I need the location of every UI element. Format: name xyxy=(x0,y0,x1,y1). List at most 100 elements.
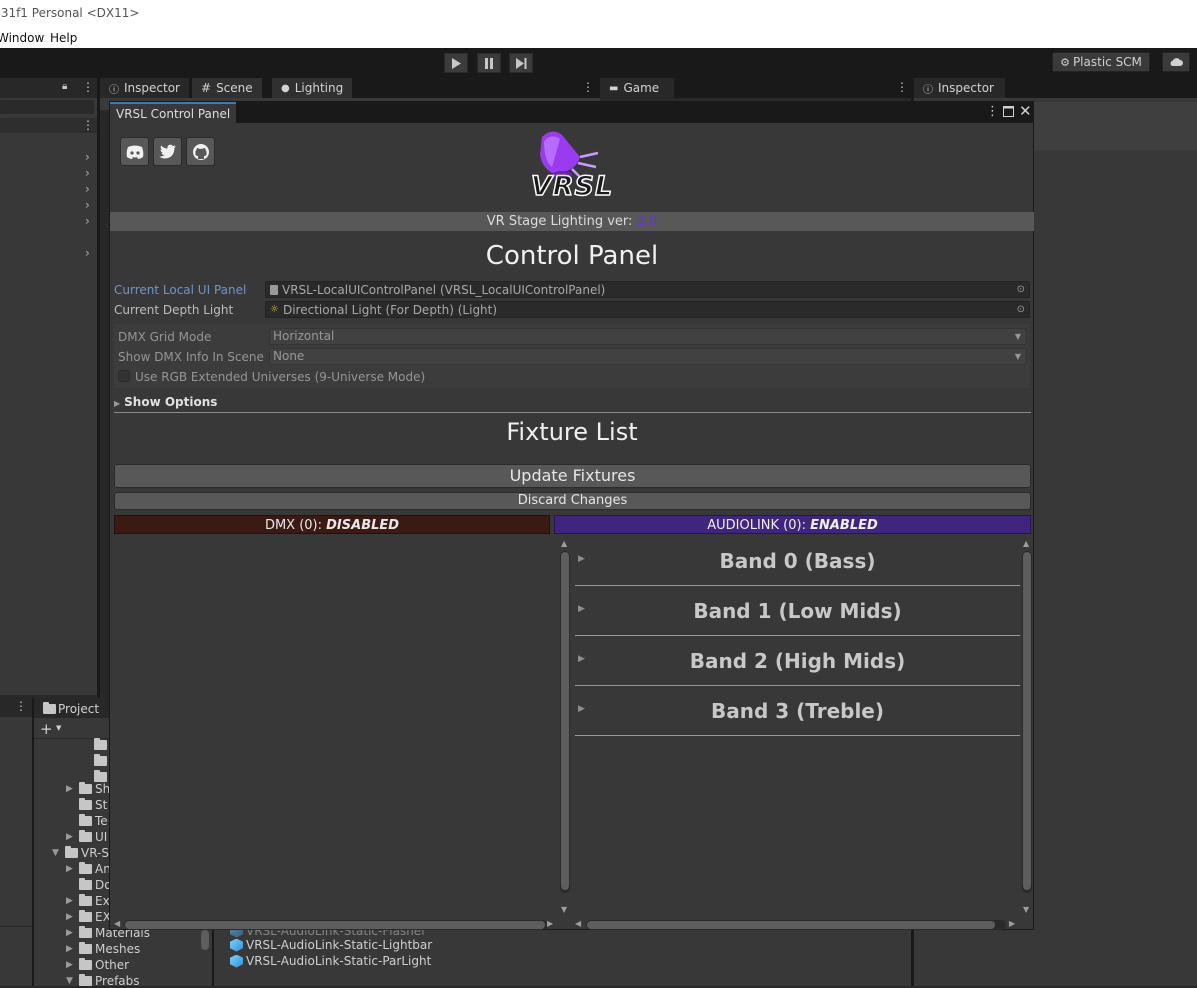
band-foldout[interactable]: ▶ Band 0 (Bass) xyxy=(575,536,1020,586)
discard-changes-button[interactable]: Discard Changes xyxy=(114,492,1031,510)
menu-help[interactable]: Help xyxy=(50,31,77,45)
hierarchy-scene-row[interactable]: ⋮ xyxy=(0,118,97,133)
scroll-right-arrow-icon[interactable]: ▶ xyxy=(1009,919,1015,928)
window-tab-bar xyxy=(110,102,1033,123)
play-icon xyxy=(452,57,461,69)
expand-chevron-icon[interactable]: › xyxy=(85,182,90,196)
scene-kebab-icon[interactable]: ⋮ xyxy=(582,80,594,94)
tree-item[interactable]: St xyxy=(79,798,107,812)
expand-chevron-icon[interactable]: › xyxy=(85,166,90,180)
asset-item[interactable]: VRSL-AudioLink-Static-Lightbar xyxy=(230,938,432,952)
vrsl-logo-text: VRSL xyxy=(530,170,614,203)
github-button[interactable] xyxy=(186,137,215,166)
folder-icon xyxy=(43,702,56,714)
hierarchy-header: 🔒︎ ⋮ xyxy=(0,78,97,98)
dmx-vertical-scrollbar[interactable] xyxy=(560,551,570,893)
current-ui-field[interactable]: VRSL-LocalUIControlPanel (VRSL_LocalUICo… xyxy=(265,281,1030,298)
add-plus-icon[interactable]: + xyxy=(40,720,53,738)
tab-inspector-right-label: Inspector xyxy=(938,81,994,95)
scroll-up-arrow-icon[interactable]: ▲ xyxy=(561,539,567,548)
band-foldout[interactable]: ▶ Band 2 (High Mids) xyxy=(575,636,1020,686)
grid-mode-dropdown[interactable]: Horizontal ▼ xyxy=(269,328,1027,345)
folder-icon xyxy=(79,862,92,874)
tree-item[interactable]: ▶ Meshes xyxy=(66,942,140,956)
tree-item[interactable]: Te xyxy=(79,814,108,828)
tab-lighting[interactable]: ● Lighting xyxy=(272,78,354,98)
kebab-icon[interactable]: ⋮ xyxy=(82,80,94,94)
panel-divider[interactable] xyxy=(97,98,100,698)
update-fixtures-button[interactable]: Update Fixtures xyxy=(114,464,1031,488)
scroll-left-arrow-icon[interactable]: ◀ xyxy=(114,919,120,928)
tab-inspector-right[interactable]: ⓘ Inspector xyxy=(914,78,1006,98)
project-scrollbar[interactable] xyxy=(201,930,209,950)
rgb-extended-label: Use RGB Extended Universes (9-Universe M… xyxy=(135,370,426,384)
window-kebab-icon[interactable]: ⋮ xyxy=(986,104,999,119)
console-kebab-icon[interactable]: ⋮ xyxy=(15,699,27,713)
close-icon[interactable]: ✕ xyxy=(1019,102,1032,120)
dropdown-arrow-icon[interactable]: ▼ xyxy=(56,724,61,732)
maximize-icon[interactable] xyxy=(1003,103,1014,121)
tab-game[interactable]: ▬ Game xyxy=(600,78,675,98)
discord-button[interactable] xyxy=(120,137,149,166)
tab-vrsl-control-panel[interactable]: VRSL Control Panel xyxy=(110,102,237,123)
dmx-status-prefix: DMX (0): xyxy=(264,518,327,533)
tab-project-label: Project xyxy=(58,702,100,716)
audiolink-vertical-scrollbar[interactable] xyxy=(1022,551,1032,893)
tree-item[interactable]: ▶ UI xyxy=(66,830,107,844)
expand-chevron-icon[interactable]: › xyxy=(85,198,90,212)
step-button[interactable] xyxy=(509,53,533,73)
row-kebab-icon[interactable]: ⋮ xyxy=(82,118,94,132)
scroll-thumb[interactable] xyxy=(561,552,569,890)
github-icon xyxy=(192,143,209,160)
scroll-thumb[interactable] xyxy=(1023,552,1031,890)
dmx-horizontal-scrollbar[interactable] xyxy=(124,920,548,930)
folder-icon xyxy=(94,754,107,766)
tree-item[interactable]: ▶ EX xyxy=(66,910,111,924)
asset-item[interactable]: VRSL-AudioLink-Static-ParLight xyxy=(230,954,431,968)
cloud-button[interactable] xyxy=(1162,52,1190,72)
tab-inspector-left[interactable]: ⓘ Inspector xyxy=(100,78,190,98)
scroll-thumb[interactable] xyxy=(587,921,995,929)
object-picker-icon[interactable]: ⊙ xyxy=(1017,304,1025,315)
hierarchy-search[interactable] xyxy=(0,100,94,114)
folder-icon xyxy=(79,878,92,890)
lock-icon[interactable]: 🔒︎ xyxy=(62,81,67,92)
tree-item[interactable]: ▶ Ex xyxy=(66,894,110,908)
play-button[interactable] xyxy=(444,53,468,73)
scroll-down-arrow-icon[interactable]: ▼ xyxy=(1023,905,1029,914)
dmx-info-label: Show DMX Info In Scene xyxy=(118,350,264,364)
twitter-button[interactable] xyxy=(153,137,182,166)
band-foldout[interactable]: ▶ Band 3 (Treble) xyxy=(575,686,1020,736)
tab-project[interactable]: Project xyxy=(34,698,110,718)
depth-light-field[interactable]: ☼ Directional Light (For Depth) (Light) … xyxy=(265,301,1030,318)
show-options-label: Show Options xyxy=(124,395,218,409)
tree-item[interactable]: Do xyxy=(79,878,112,892)
dmx-info-dropdown[interactable]: None ▼ xyxy=(269,348,1027,365)
tree-item[interactable]: ▼ VR-S xyxy=(52,846,109,860)
expand-chevron-icon[interactable]: › xyxy=(85,214,90,228)
expand-chevron-icon[interactable]: › xyxy=(85,246,90,260)
window-tab-label: VRSL Control Panel xyxy=(116,106,231,121)
tree-item[interactable]: ▶ Sh xyxy=(66,782,110,796)
scroll-down-arrow-icon[interactable]: ▼ xyxy=(561,905,567,914)
tab-scene[interactable]: # Scene xyxy=(192,78,263,98)
scroll-up-arrow-icon[interactable]: ▲ xyxy=(1023,539,1029,548)
show-options-foldout[interactable]: ▶ Show Options xyxy=(114,395,217,409)
pause-button[interactable] xyxy=(477,53,501,73)
game-kebab-icon[interactable]: ⋮ xyxy=(896,80,908,94)
scroll-left-arrow-icon[interactable]: ◀ xyxy=(575,919,581,928)
discord-icon xyxy=(126,145,143,159)
menu-window[interactable]: Window xyxy=(0,31,44,45)
scroll-thumb[interactable] xyxy=(125,921,545,929)
tree-item[interactable]: ▶ Other xyxy=(66,958,129,972)
rgb-extended-checkbox[interactable] xyxy=(118,370,130,382)
plastic-scm-button[interactable]: ⚙ Plastic SCM xyxy=(1052,52,1150,72)
expand-chevron-icon[interactable]: › xyxy=(85,150,90,164)
plastic-scm-icon: ⚙ xyxy=(1060,55,1070,69)
hierarchy-panel: ⋮ › › › › › › xyxy=(0,98,97,695)
audiolink-horizontal-scrollbar[interactable] xyxy=(586,920,1006,930)
object-picker-icon[interactable]: ⊙ xyxy=(1017,284,1025,295)
scroll-right-arrow-icon[interactable]: ▶ xyxy=(547,919,553,928)
tree-item[interactable]: ▶ An xyxy=(66,862,111,876)
band-foldout[interactable]: ▶ Band 1 (Low Mids) xyxy=(575,586,1020,636)
